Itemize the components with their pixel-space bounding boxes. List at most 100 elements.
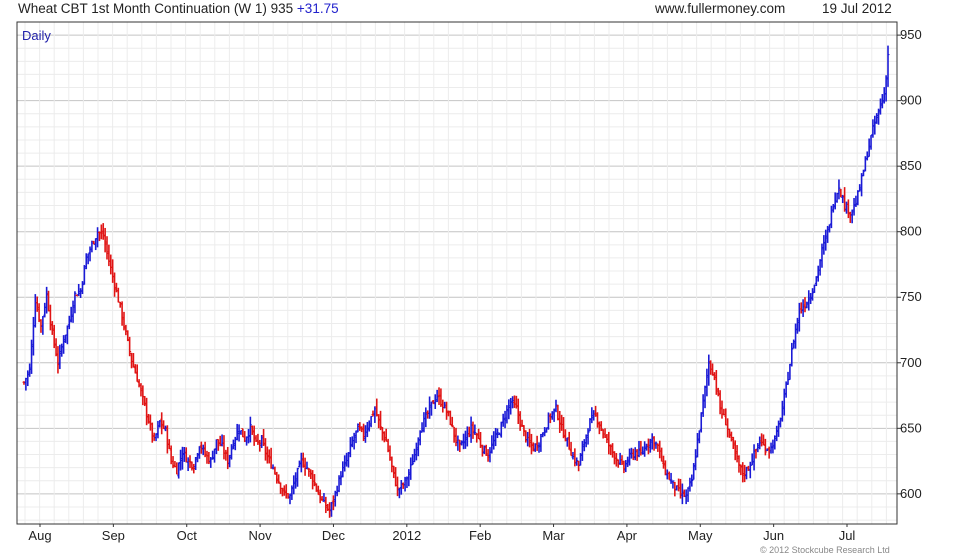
ohlc-bar xyxy=(473,424,477,435)
ohlc-bar xyxy=(35,296,39,312)
ohlc-bar xyxy=(188,455,192,469)
ohlc-bar xyxy=(537,442,541,453)
y-tick-label: 800 xyxy=(900,224,922,239)
ohlc-bar xyxy=(224,449,228,461)
ohlc-bar xyxy=(454,427,458,447)
x-tick-label: Dec xyxy=(322,528,346,543)
ohlc-bar xyxy=(233,436,237,451)
ohlc-bar xyxy=(337,475,341,493)
ohlc-bar xyxy=(624,460,628,473)
ohlc-bar xyxy=(837,179,841,200)
ohlc-bar xyxy=(226,446,230,470)
ohlc-bar xyxy=(190,461,194,471)
ohlc-bar xyxy=(56,346,60,374)
ohlc-bar xyxy=(728,428,732,438)
x-tick-label: Sep xyxy=(102,528,125,543)
ohlc-bar xyxy=(665,469,669,480)
ohlc-bar xyxy=(324,496,328,514)
ohlc-bar xyxy=(292,475,296,495)
ohlc-bar xyxy=(86,253,90,265)
y-tick-label: 850 xyxy=(900,158,922,173)
ohlc-bar xyxy=(30,339,34,374)
ohlc-bar xyxy=(465,426,469,447)
ohlc-bar xyxy=(524,430,528,443)
ohlc-bar xyxy=(563,429,567,442)
ohlc-bar xyxy=(137,379,141,388)
x-axis: Aug Sep Oct Nov Dec 2012 Feb Mar Apr May Jun Jul xyxy=(28,524,855,543)
ohlc-bar xyxy=(750,453,754,466)
ohlc-bar xyxy=(388,445,392,461)
ohlc-bar xyxy=(501,413,505,427)
ohlc-bar xyxy=(382,431,386,443)
ohlc-bar xyxy=(626,456,630,467)
ohlc-bar xyxy=(394,467,398,487)
ohlc-bar xyxy=(380,427,384,441)
x-tick-label: Jul xyxy=(839,528,856,543)
ohlc-bar xyxy=(307,467,311,477)
ohlc-bar xyxy=(162,420,166,430)
ohlc-bar xyxy=(120,301,124,326)
ohlc-bar xyxy=(733,440,737,461)
ohlc-bar xyxy=(205,450,209,464)
ohlc-bar xyxy=(177,462,181,479)
ohlc-bar xyxy=(154,433,158,442)
ohlc-bar xyxy=(116,287,120,303)
ohlc-bar xyxy=(867,138,871,157)
ohlc-bar xyxy=(456,435,460,451)
ohlc-bar xyxy=(207,451,211,465)
ohlc-bar xyxy=(222,435,226,460)
ohlc-bar xyxy=(250,425,254,435)
ohlc-bar xyxy=(780,400,784,422)
ohlc-bar xyxy=(201,444,205,456)
x-tick-label: Mar xyxy=(542,528,565,543)
ohlc-bar xyxy=(816,265,820,282)
ohlc-bar xyxy=(818,259,822,276)
ohlc-bar xyxy=(852,198,856,216)
ohlc-bar xyxy=(420,422,424,433)
ohlc-bar xyxy=(341,461,345,478)
ohlc-bar xyxy=(741,462,745,483)
ohlc-bar xyxy=(67,315,71,330)
ohlc-bar xyxy=(503,410,507,429)
ohlc-bar xyxy=(603,428,607,439)
ohlc-bar xyxy=(77,283,81,296)
ohlc-bar xyxy=(107,244,111,267)
ohlc-bar xyxy=(213,448,217,463)
ohlc-bar xyxy=(397,487,401,499)
x-tick-label: Aug xyxy=(28,528,51,543)
ohlc-bar xyxy=(526,431,530,447)
ohlc-bar xyxy=(329,501,333,517)
ohlc-bar xyxy=(414,442,418,461)
ohlc-bar xyxy=(69,306,73,323)
ohlc-bar xyxy=(228,454,232,468)
x-tick-label: Feb xyxy=(469,528,491,543)
ohlc-bar xyxy=(167,439,171,450)
ohlc-bar xyxy=(622,460,626,474)
ohlc-bar xyxy=(399,479,403,495)
ohlc-bar xyxy=(580,440,584,461)
ohlc-bar xyxy=(412,448,416,463)
ohlc-bar xyxy=(424,407,428,428)
ohlc-bar xyxy=(846,199,850,219)
ohlc-bar xyxy=(720,400,724,419)
ohlc-bar xyxy=(409,457,413,480)
ohlc-bar xyxy=(499,421,503,438)
ohlc-bar xyxy=(880,94,884,109)
price-bars xyxy=(22,45,890,518)
ohlc-bar xyxy=(158,420,162,428)
ohlc-bar xyxy=(403,476,407,492)
ohlc-bar xyxy=(788,363,792,381)
ohlc-bar xyxy=(528,428,532,448)
ohlc-bar xyxy=(60,343,64,357)
ohlc-bar xyxy=(275,471,279,484)
ohlc-bar xyxy=(152,432,156,441)
ohlc-bar xyxy=(248,416,252,443)
ohlc-bar xyxy=(611,443,615,458)
ohlc-bar xyxy=(37,303,41,323)
x-tick-label: Apr xyxy=(617,528,638,543)
ohlc-bar xyxy=(671,480,675,489)
ohlc-bar xyxy=(799,302,803,314)
ohlc-bar xyxy=(760,433,764,447)
ohlc-bar xyxy=(735,445,739,463)
ohlc-bar xyxy=(469,416,473,443)
